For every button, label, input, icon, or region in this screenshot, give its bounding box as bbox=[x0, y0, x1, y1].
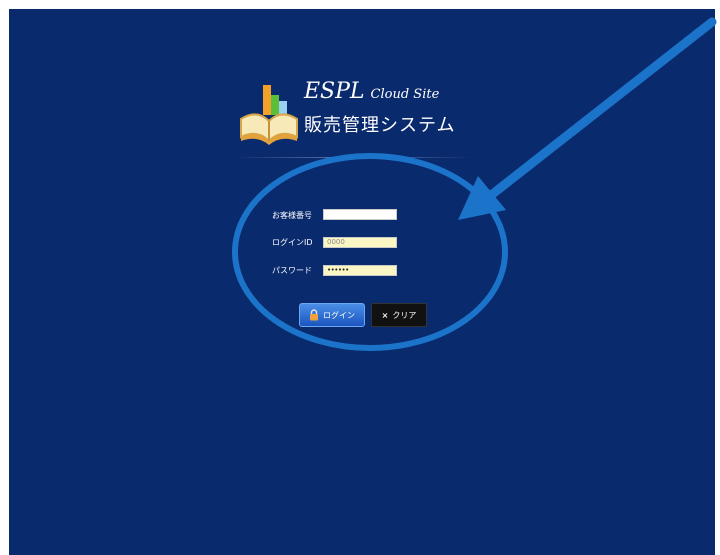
login-button[interactable]: ログイン bbox=[299, 303, 365, 327]
lock-icon bbox=[310, 309, 318, 321]
login-button-label: ログイン bbox=[323, 310, 355, 320]
password-field[interactable]: •••••• bbox=[323, 265, 397, 276]
brand-subtitle: Cloud Site bbox=[370, 87, 440, 102]
login-id-field[interactable]: 0000 bbox=[323, 237, 397, 248]
customer-number-field[interactable] bbox=[323, 209, 397, 220]
book-chart-icon bbox=[240, 85, 298, 145]
brand-name: ESPL bbox=[304, 79, 365, 104]
clear-button[interactable]: × クリア bbox=[371, 303, 427, 327]
header-divider bbox=[233, 157, 473, 158]
product-title: 販売管理システム bbox=[304, 115, 456, 136]
brand-title: ESPL Cloud Site bbox=[304, 79, 439, 104]
customer-number-label: お客様番号 bbox=[272, 211, 312, 220]
app-logo: ESPL Cloud Site 販売管理システム bbox=[237, 79, 477, 149]
login-id-label: ログインID bbox=[272, 238, 313, 247]
x-icon: × bbox=[381, 310, 389, 320]
login-screen: ESPL Cloud Site 販売管理システム お客様番号 ログインID 000… bbox=[9, 9, 715, 555]
password-label: パスワード bbox=[272, 266, 312, 275]
clear-button-label: クリア bbox=[392, 310, 417, 320]
